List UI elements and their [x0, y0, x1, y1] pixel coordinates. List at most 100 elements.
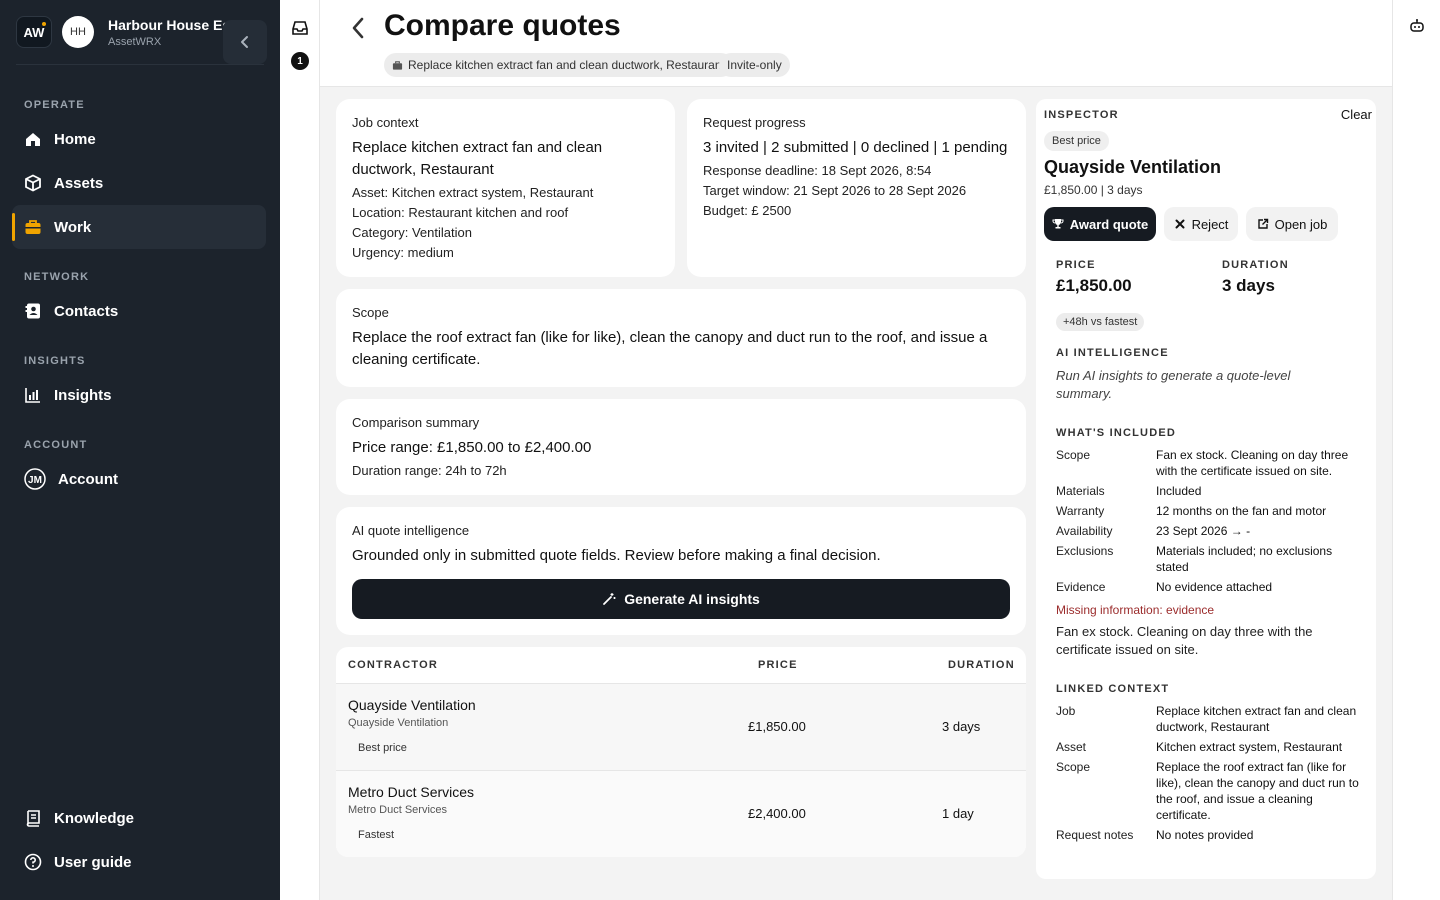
assistant-rail	[1392, 0, 1440, 900]
job-location: Location: Restaurant kitchen and roof	[352, 205, 569, 220]
notification-badge[interactable]: 1	[291, 52, 309, 70]
book-icon	[24, 809, 42, 827]
column-header-duration[interactable]: DURATION	[948, 659, 1015, 671]
back-button[interactable]	[346, 14, 370, 42]
row-value: 12 months on the fan and motor	[1156, 504, 1327, 518]
sidebar-item-assets[interactable]: Assets	[12, 161, 266, 205]
row-key: Warranty	[1056, 504, 1105, 518]
quote-tag: Fastest	[358, 829, 395, 841]
ai-quote-label: AI quote intelligence	[352, 523, 470, 538]
request-progress-summary: 3 invited | 2 submitted | 0 declined | 1…	[703, 139, 1008, 156]
visibility-chip: Invite-only	[719, 53, 790, 77]
row-value: No notes provided	[1156, 828, 1254, 842]
duration-range: Duration range: 24h to 72h	[352, 463, 507, 478]
duration-value: 3 days	[1222, 276, 1275, 295]
response-deadline: Response deadline: 18 Sept 2026, 8:54	[703, 163, 932, 178]
open-job-button[interactable]: Open job	[1246, 207, 1338, 241]
quote-price: £1,850.00	[748, 719, 806, 734]
sidebar-item-account[interactable]: JM Account	[12, 457, 266, 501]
job-context-label: Job context	[352, 115, 419, 130]
app-logo[interactable]: AW	[16, 16, 52, 48]
sidebar-item-work[interactable]: Work	[12, 205, 266, 249]
job-urgency: Urgency: medium	[352, 245, 454, 260]
briefcase-icon	[392, 60, 403, 70]
missing-information: Missing information: evidence	[1056, 603, 1215, 617]
trophy-icon	[1052, 219, 1064, 229]
reject-button[interactable]: Reject	[1164, 207, 1238, 241]
row-value[interactable]: Kitchen extract system, Restaurant	[1156, 739, 1362, 755]
sidebar-item-label: User guide	[54, 853, 132, 871]
job-category: Category: Ventilation	[352, 225, 472, 240]
column-header-price[interactable]: PRICE	[758, 659, 798, 671]
sidebar-item-contacts[interactable]: Contacts	[12, 289, 266, 333]
job-context-title: Replace kitchen extract fan and clean du…	[352, 139, 603, 178]
row-value: Fan ex stock. Cleaning on day three with…	[1156, 448, 1349, 478]
row-key: Asset	[1056, 740, 1087, 754]
inspector-heading: INSPECTOR	[1044, 109, 1119, 121]
sidebar-item-knowledge[interactable]: Knowledge	[12, 796, 266, 840]
svg-text:JM: JM	[28, 475, 42, 486]
row-value: Materials included; no exclusions stated	[1156, 544, 1333, 574]
row-key: Scope	[1056, 448, 1091, 462]
request-progress-card: Request progress 3 invited | 2 submitted…	[687, 99, 1026, 277]
row-value: No evidence attached	[1156, 580, 1273, 594]
chevron-left-icon	[352, 17, 364, 39]
ai-intelligence-heading: AI INTELLIGENCE	[1056, 347, 1169, 359]
job-chip[interactable]: Replace kitchen extract fan and clean du…	[384, 53, 733, 77]
table-row[interactable]: Quayside Ventilation Quayside Ventilatio…	[336, 683, 1026, 770]
row-key: Job	[1056, 704, 1076, 718]
job-asset: Asset: Kitchen extract system, Restauran…	[352, 185, 594, 200]
briefcase-icon	[24, 218, 42, 236]
inspector-tag: Best price	[1044, 131, 1109, 151]
page-title: Compare quotes	[384, 9, 621, 42]
collapse-sidebar-button[interactable]	[223, 20, 267, 64]
inspector-summary: £1,850.00 | 3 days	[1044, 183, 1143, 197]
nav-section-account: ACCOUNT	[24, 439, 88, 451]
sidebar-item-label: Account	[58, 470, 118, 488]
quote-duration: 3 days	[942, 719, 981, 734]
nav-section-network: NETWORK	[24, 271, 90, 283]
scope-label: Scope	[352, 305, 389, 320]
robot-icon[interactable]	[1409, 18, 1425, 34]
quote-tag: Best price	[358, 742, 407, 754]
ai-quote-card: AI quote intelligence Grounded only in s…	[336, 507, 1026, 635]
row-key: Scope	[1056, 760, 1091, 774]
sidebar-item-home[interactable]: Home	[12, 117, 266, 161]
sidebar-item-label: Assets	[54, 174, 104, 192]
sidebar-item-label: Home	[54, 130, 96, 148]
quote-note: Fan ex stock. Cleaning on day three with…	[1056, 624, 1313, 657]
row-key: Exclusions	[1056, 544, 1114, 558]
page-header: Compare quotes Replace kitchen extract f…	[320, 0, 1392, 87]
vs-fastest-badge: +48h vs fastest	[1056, 313, 1145, 331]
contractor-company: Metro Duct Services	[348, 804, 448, 816]
logo-dot	[42, 22, 46, 26]
ai-quote-text: Grounded only in submitted quote fields.…	[352, 547, 881, 564]
quote-duration: 1 day	[942, 806, 974, 821]
nav-section-operate: OPERATE	[24, 99, 85, 111]
row-key: Evidence	[1056, 580, 1106, 594]
inbox-icon[interactable]	[290, 18, 310, 38]
org-name[interactable]: Harbour House Es...	[108, 17, 242, 33]
row-value: Replace the roof extract fan (like for l…	[1156, 760, 1359, 822]
comparison-label: Comparison summary	[352, 415, 480, 430]
home-icon	[24, 130, 42, 148]
scope-text: Replace the roof extract fan (like for l…	[352, 329, 988, 368]
scope-card: Scope Replace the roof extract fan (like…	[336, 289, 1026, 387]
cube-icon	[24, 174, 42, 192]
request-progress-label: Request progress	[703, 115, 806, 130]
clear-button[interactable]: Clear	[1341, 107, 1372, 122]
column-header-contractor[interactable]: CONTRACTOR	[348, 659, 438, 671]
org-avatar[interactable]: HH	[62, 16, 94, 48]
sidebar-item-user-guide[interactable]: User guide	[12, 840, 266, 884]
linked-context-heading: LINKED CONTEXT	[1056, 683, 1170, 695]
row-value[interactable]: Replace kitchen extract fan and clean du…	[1156, 703, 1362, 735]
nav-section-insights: INSIGHTS	[24, 355, 86, 367]
row-key: Request notes	[1056, 828, 1134, 842]
award-quote-button[interactable]: Award quote	[1044, 207, 1156, 241]
table-row[interactable]: Metro Duct Services Metro Duct Services …	[336, 770, 1026, 857]
contacts-icon	[24, 302, 42, 320]
row-key: Availability	[1056, 524, 1113, 538]
sidebar-item-insights[interactable]: Insights	[12, 373, 266, 417]
sidebar: AW HH Harbour House Es... AssetWRX OPERA…	[0, 0, 280, 900]
generate-ai-insights-button[interactable]: Generate AI insights	[352, 579, 1010, 619]
